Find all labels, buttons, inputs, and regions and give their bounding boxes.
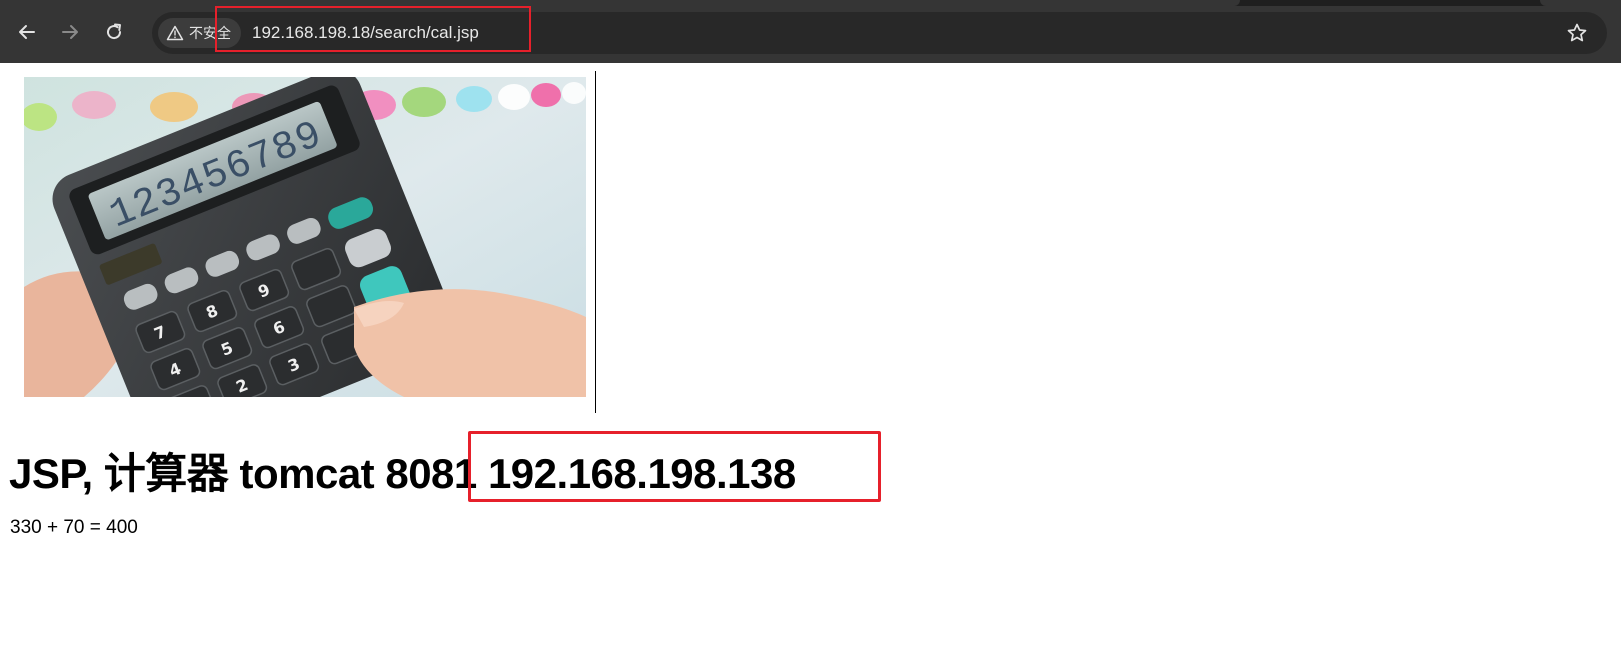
vertical-divider [595,71,596,413]
inactive-tab-edge [1540,0,1621,6]
back-button[interactable] [13,18,41,46]
back-arrow-icon [19,25,35,39]
reload-button[interactable] [100,18,128,46]
calculation-result: 330 + 70 = 400 [10,517,138,538]
bookmark-button[interactable] [1565,21,1589,45]
warning-triangle-icon [166,25,184,41]
star-icon [1567,23,1587,42]
forward-arrow-icon [62,25,78,39]
active-tab-edge [0,0,1240,6]
forward-button[interactable] [56,18,84,46]
ip-annotation-box [468,431,881,502]
reload-icon [107,23,122,40]
heading-prefix: JSP, 计算器 tomcat 8081 [9,450,488,497]
browser-toolbar: 不安全 192.168.198.18/search/cal.jsp [0,0,1621,63]
url-annotation-box [215,6,531,52]
calculator-image: 123456789 7 8 9 4 5 6 2 3 [24,77,586,397]
